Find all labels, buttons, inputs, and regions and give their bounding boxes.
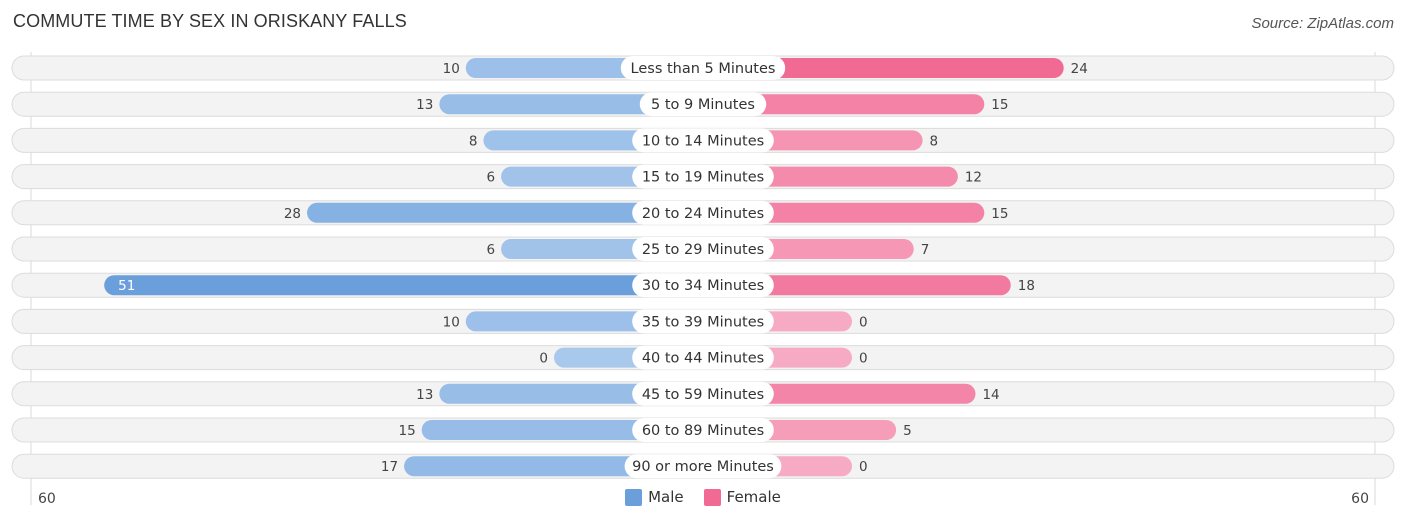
female-value-label: 0 (859, 351, 868, 367)
legend-item-male: Male (625, 488, 684, 506)
female-value-label: 24 (1071, 61, 1088, 77)
male-bar (104, 275, 704, 296)
category-label: 90 or more Minutes (632, 459, 774, 475)
female-value-label: 0 (859, 459, 868, 475)
category-label: 25 to 29 Minutes (642, 242, 764, 258)
male-value-label: 17 (381, 459, 398, 475)
category-label: 35 to 39 Minutes (642, 314, 764, 330)
male-value-label: 13 (416, 97, 433, 113)
legend-swatch-female (703, 488, 721, 506)
category-label: 30 to 34 Minutes (642, 278, 764, 294)
female-value-label: 14 (982, 387, 999, 403)
legend-label-female: Female (726, 488, 781, 506)
female-value-label: 8 (930, 133, 939, 149)
male-value-label: 10 (443, 61, 460, 77)
male-value-label: 6 (486, 170, 495, 186)
male-value-label: 8 (469, 133, 478, 149)
male-value-label: 13 (416, 387, 433, 403)
category-label: 60 to 89 Minutes (642, 423, 764, 439)
female-value-label: 7 (921, 242, 930, 258)
female-value-label: 18 (1018, 278, 1035, 294)
category-label: 40 to 44 Minutes (642, 351, 764, 367)
category-label: 20 to 24 Minutes (642, 206, 764, 222)
legend-item-female: Female (703, 488, 781, 506)
male-value-label: 10 (443, 314, 460, 330)
category-label: 45 to 59 Minutes (642, 387, 764, 403)
female-value-label: 5 (903, 423, 912, 439)
male-value-label: 6 (486, 242, 495, 258)
chart-canvas: Less than 5 Minutes 10 24 5 to 9 Minutes 13 1… (11, 52, 1395, 507)
category-label: 5 to 9 Minutes (651, 97, 755, 113)
female-value-label: 15 (991, 206, 1008, 222)
legend-swatch-male (625, 488, 643, 506)
female-value-label: 12 (965, 170, 982, 186)
category-label: 15 to 19 Minutes (642, 170, 764, 186)
male-value-label: 15 (399, 423, 416, 439)
category-label: 10 to 14 Minutes (642, 133, 764, 149)
male-value-label: 28 (284, 206, 301, 222)
female-value-label: 0 (859, 314, 868, 330)
legend-label-male: Male (648, 488, 684, 506)
category-label: Less than 5 Minutes (631, 61, 776, 77)
male-value-label: 0 (539, 351, 548, 367)
legend: Male Female (0, 488, 1406, 506)
male-value-label: 51 (118, 278, 135, 294)
female-value-label: 15 (991, 97, 1008, 113)
